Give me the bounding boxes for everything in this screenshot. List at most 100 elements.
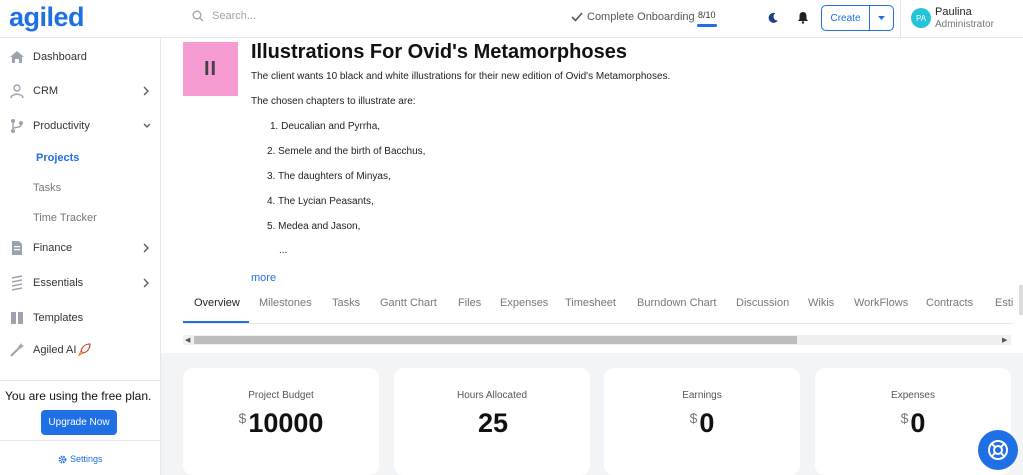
page-scrollbar[interactable] xyxy=(1019,285,1023,315)
bell-icon xyxy=(798,12,808,24)
stat-value: 10000 xyxy=(248,408,324,438)
gear-icon xyxy=(58,455,67,463)
main-content: II Illustrations For Ovid's Metamorphose… xyxy=(161,38,1023,475)
stat-label: Hours Allocated xyxy=(456,390,528,401)
sidebar-subitem-projects[interactable]: Projects xyxy=(36,152,79,164)
tab-wikis[interactable]: Wikis xyxy=(808,297,834,309)
tab-gantt-chart[interactable]: Gantt Chart xyxy=(380,297,437,309)
top-bar: agiled Complete Onboarding 8/10 Create P… xyxy=(0,0,1023,38)
tabs-scrollbar[interactable]: ◀ ▶ xyxy=(183,335,1011,345)
tab-burndown-chart[interactable]: Burndown Chart xyxy=(637,297,717,309)
chapter-list-item: 4. The Lycian Peasants, xyxy=(267,196,374,207)
caret-down-icon xyxy=(878,15,885,20)
layers-icon xyxy=(11,275,23,291)
sidebar-item-agiled-ai[interactable]: Agiled AI xyxy=(0,338,161,362)
create-button[interactable]: Create xyxy=(822,6,870,30)
chapter-list-item: 2. Semele and the birth of Bacchus, xyxy=(267,146,426,157)
book-icon xyxy=(11,312,23,324)
stat-value: 0 xyxy=(910,408,926,438)
sidebar-subitem-time-tracker[interactable]: Time Tracker xyxy=(33,212,97,224)
currency-symbol: $ xyxy=(900,410,909,426)
sidebar-item-label: Finance xyxy=(33,242,73,254)
sidebar-item-finance[interactable]: Finance xyxy=(0,236,161,260)
currency-symbol: $ xyxy=(238,410,247,426)
scroll-left-icon[interactable]: ◀ xyxy=(185,336,190,344)
help-button[interactable] xyxy=(978,430,1018,470)
divider xyxy=(0,380,161,381)
onboarding-link[interactable]: Complete Onboarding xyxy=(571,11,695,23)
stat-card-budget: Project Budget $10000 xyxy=(183,368,379,475)
chapter-list-item: 3. The daughters of Minyas, xyxy=(267,171,391,182)
settings-label: Settings xyxy=(70,454,103,464)
user-name[interactable]: Paulina xyxy=(935,6,972,18)
active-tab-indicator xyxy=(183,321,249,323)
create-dropdown-button[interactable] xyxy=(870,6,893,30)
chevron-down-icon xyxy=(143,123,151,128)
chevron-right-icon xyxy=(143,86,149,96)
tab-milestones[interactable]: Milestones xyxy=(259,297,312,309)
document-icon xyxy=(12,241,22,255)
project-tabs: Overview Milestones Tasks Gantt Chart Fi… xyxy=(183,292,1013,324)
project-thumbnail: II xyxy=(183,42,238,96)
onboarding-progress-bar xyxy=(697,24,717,27)
rocket-icon xyxy=(78,343,91,356)
home-icon xyxy=(10,51,24,63)
settings-link[interactable]: Settings xyxy=(58,454,103,464)
scrollbar-thumb[interactable] xyxy=(194,336,797,344)
tab-estimates[interactable]: Esti xyxy=(995,297,1013,309)
chapters-intro: The chosen chapters to illustrate are: xyxy=(251,96,416,107)
sidebar-subitem-tasks[interactable]: Tasks xyxy=(33,182,61,194)
divider xyxy=(900,0,901,38)
more-link[interactable]: more xyxy=(251,272,276,284)
sidebar-item-label: Templates xyxy=(33,312,84,324)
tab-timesheet[interactable]: Timesheet xyxy=(565,297,616,309)
sidebar-item-dashboard[interactable]: Dashboard xyxy=(0,45,161,69)
app-logo[interactable]: agiled xyxy=(9,2,85,33)
tab-expenses[interactable]: Expenses xyxy=(500,297,548,309)
currency-symbol: $ xyxy=(689,410,698,426)
project-initials: II xyxy=(203,57,218,80)
sidebar-item-templates[interactable]: Templates xyxy=(0,306,161,330)
chapter-list-item: 1. Deucalian and Pyrrha, xyxy=(270,121,381,132)
stat-value: 0 xyxy=(699,408,715,438)
tab-workflows[interactable]: WorkFlows xyxy=(854,297,908,309)
stat-label: Expenses xyxy=(891,390,935,401)
scroll-right-icon[interactable]: ▶ xyxy=(1002,336,1007,344)
search-box[interactable] xyxy=(192,10,412,22)
upgrade-button[interactable]: Upgrade Now xyxy=(41,410,117,435)
tab-files[interactable]: Files xyxy=(458,297,481,309)
dark-mode-toggle[interactable] xyxy=(767,11,779,29)
tab-contracts[interactable]: Contracts xyxy=(926,297,973,309)
sidebar-item-label: Essentials xyxy=(33,277,84,289)
tab-tasks[interactable]: Tasks xyxy=(332,297,360,309)
plan-notice: You are using the free plan. xyxy=(5,389,152,403)
notifications-button[interactable] xyxy=(797,11,809,29)
search-icon xyxy=(192,10,204,22)
sidebar-item-crm[interactable]: CRM xyxy=(0,79,161,103)
sidebar-item-label: Dashboard xyxy=(33,51,87,63)
sidebar-item-label: Agiled AI xyxy=(33,344,77,356)
stat-card-hours: Hours Allocated 25 xyxy=(394,368,590,475)
user-role: Administrator xyxy=(935,19,994,30)
user-avatar[interactable]: PA xyxy=(911,8,931,28)
stat-value: 25 xyxy=(477,408,509,438)
lifebuoy-icon xyxy=(988,440,1008,460)
divider xyxy=(0,440,161,441)
sidebar-item-label: Productivity xyxy=(33,120,90,132)
branch-icon xyxy=(11,119,23,133)
sidebar-item-productivity[interactable]: Productivity xyxy=(0,114,161,138)
user-icon xyxy=(10,84,24,99)
sidebar-item-essentials[interactable]: Essentials xyxy=(0,271,161,295)
sidebar-item-label: CRM xyxy=(33,85,59,97)
chapter-list-item: ... xyxy=(279,245,288,256)
tab-discussion[interactable]: Discussion xyxy=(736,297,789,309)
search-input[interactable] xyxy=(212,10,412,22)
check-icon xyxy=(571,12,583,22)
tab-overview[interactable]: Overview xyxy=(194,297,240,309)
magic-wand-icon xyxy=(10,343,24,357)
moon-icon xyxy=(768,12,778,23)
onboarding-label: Complete Onboarding xyxy=(587,11,695,23)
chevron-right-icon xyxy=(143,243,149,253)
stat-card-earnings: Earnings $0 xyxy=(604,368,800,475)
chapter-list-item: 5. Medea and Jason, xyxy=(267,221,361,232)
